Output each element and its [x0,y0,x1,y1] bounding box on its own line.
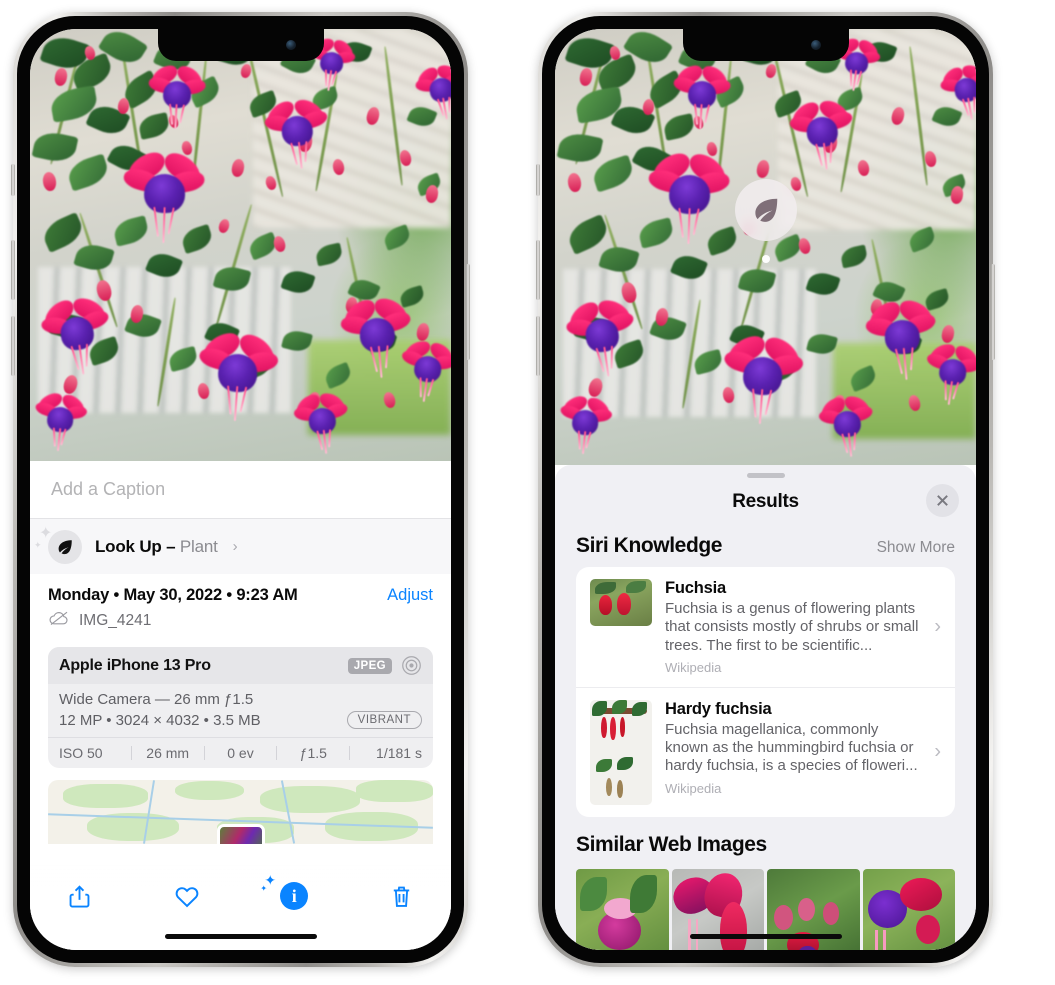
photo-flowers [555,29,976,465]
siri-knowledge-card: Fuchsia Fuchsia is a genus of flowering … [576,567,955,817]
result-thumbnail [590,699,652,805]
result-description: Fuchsia is a genus of flowering plants t… [665,600,919,654]
results-header: Results [555,478,976,526]
mute-switch[interactable] [536,164,540,196]
phone-left: Add a Caption ✦ ✦ Look Up – Plant › Mond… [11,12,470,967]
home-indicator [689,934,842,939]
caption-placeholder-text: Add a Caption [51,479,166,499]
screen-left: Add a Caption ✦ ✦ Look Up – Plant › Mond… [30,29,451,950]
exif-stat: 0 ev [227,745,254,761]
map-photo-pin[interactable] [216,824,265,844]
front-camera-icon [285,40,296,50]
results-title: Results [732,491,799,512]
chevron-right-icon: › [934,615,941,638]
exif-lens-line: Wide Camera — 26 mm ƒ1.5 [59,691,254,708]
show-more-button[interactable]: Show More [877,539,955,557]
results-sheet: Results Siri Knowledge Show More Fuchsia… [555,465,976,950]
exif-header: Apple iPhone 13 Pro JPEG [48,647,433,684]
photo-viewer[interactable] [555,29,976,465]
home-indicator [164,934,317,939]
camera-device-name: Apple iPhone 13 Pro [59,656,211,674]
favorite-button[interactable] [164,876,210,916]
phone-bezel: Add a Caption ✦ ✦ Look Up – Plant › Mond… [17,16,464,963]
list-item[interactable]: Fuchsia Fuchsia is a genus of flowering … [576,567,955,687]
metadata-block: Monday • May 30, 2022 • 9:23 AM Adjust I… [30,574,451,637]
photographic-style-badge: VIBRANT [346,711,422,729]
adjust-button[interactable]: Adjust [387,586,433,605]
look-up-category: Plant [179,536,218,556]
result-source: Wikipedia [665,780,722,796]
lens-circle-icon [401,655,422,676]
photo-viewer[interactable] [30,29,451,461]
caption-input[interactable]: Add a Caption [30,461,451,519]
notch [682,29,849,61]
similar-image-tile[interactable] [576,868,669,950]
look-up-row[interactable]: ✦ ✦ Look Up – Plant › [30,519,451,574]
volume-down-button[interactable] [11,316,15,376]
exif-stat: 1/181 s [376,745,422,761]
phone-right: Results Siri Knowledge Show More Fuchsia… [536,12,995,967]
section-title: Similar Web Images [576,832,767,856]
leaf-icon: ✦ ✦ [34,525,82,564]
similar-web-images-header: Similar Web Images [555,817,976,863]
info-button[interactable]: ✦ ✦ i [260,873,317,916]
visual-lookup-leaf-pin[interactable] [734,179,797,241]
icloud-slash-icon [48,610,70,631]
chevron-right-icon: › [934,740,941,763]
similar-image-tile[interactable] [862,868,955,950]
photo-filename: IMG_4241 [79,611,152,629]
exif-body: Wide Camera — 26 mm ƒ1.5 12 MP • 3024 × … [48,684,433,737]
sparkle-small-icon: ✦ [34,539,42,550]
notch [157,29,324,61]
exif-size-line: 12 MP • 3024 × 4032 • 3.5 MB [59,711,261,729]
power-button[interactable] [466,264,470,360]
siri-knowledge-header: Siri Knowledge Show More [555,526,976,567]
exif-card[interactable]: Apple iPhone 13 Pro JPEG Wide Camera — 2… [48,647,433,768]
volume-down-button[interactable] [536,316,540,376]
exif-stat: ISO 50 [59,745,103,761]
sparkle-small-icon: ✦ [260,884,268,893]
screen-right: Results Siri Knowledge Show More Fuchsia… [555,29,976,950]
power-button[interactable] [991,264,995,360]
format-badge: JPEG [347,657,392,674]
result-thumbnail [590,579,652,626]
result-source: Wikipedia [665,659,722,675]
list-item[interactable]: Hardy fuchsia Fuchsia magellanica, commo… [576,686,955,817]
screenshot-root: Add a Caption ✦ ✦ Look Up – Plant › Mond… [0,0,1055,985]
photo-datetime: Monday • May 30, 2022 • 9:23 AM [48,586,298,604]
result-description: Fuchsia magellanica, commonly known as t… [665,720,918,775]
exif-stats-row: ISO 50 26 mm 0 ev ƒ1.5 1/181 s [48,737,433,768]
delete-button[interactable] [379,876,425,916]
phone-bezel: Results Siri Knowledge Show More Fuchsia… [542,16,989,963]
share-button[interactable] [56,876,102,916]
volume-up-button[interactable] [11,240,15,300]
close-icon[interactable] [926,484,959,517]
result-title: Hardy fuchsia [665,699,772,718]
mute-switch[interactable] [11,164,15,196]
photo-flowers [30,29,451,461]
front-camera-icon [810,40,821,50]
exif-stat: ƒ1.5 [299,745,327,761]
location-map[interactable] [48,780,433,844]
section-title: Siri Knowledge [576,534,723,557]
chevron-right-icon: › [232,538,238,555]
info-glyph: i [280,882,309,910]
volume-up-button[interactable] [536,240,540,300]
exif-stat: 26 mm [146,745,190,761]
look-up-label: Look Up – Plant [95,536,218,556]
photo-info-sheet: Add a Caption ✦ ✦ Look Up – Plant › Mond… [30,461,451,950]
result-title: Fuchsia [665,579,726,597]
